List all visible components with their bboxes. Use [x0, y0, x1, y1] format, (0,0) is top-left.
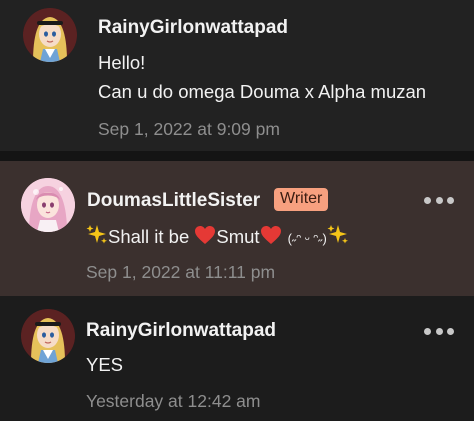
comment-text-part: Shall it be: [108, 226, 195, 247]
comment-item-highlighted: DoumasLittleSister Writer Shall it be Sm…: [0, 161, 474, 296]
dot-icon: [424, 196, 431, 204]
dot-icon: [447, 196, 454, 204]
avatar[interactable]: [21, 309, 75, 363]
comment-author[interactable]: RainyGirlonwattapad: [86, 320, 276, 342]
writer-badge: Writer: [274, 188, 329, 211]
blonde-girl-avatar-icon: [23, 8, 77, 62]
comment-text: Can u do omega Douma x Alpha muzan: [98, 81, 427, 102]
more-options-button[interactable]: [424, 193, 454, 207]
dot-icon: [447, 327, 454, 335]
blonde-girl-avatar-icon: [21, 309, 75, 363]
pink-anime-girl-avatar-icon: [21, 178, 75, 232]
comment-item: RainyGirlonwattapad Hello! Can u do omeg…: [0, 0, 474, 151]
sparkles-icon: [327, 225, 348, 244]
kaomoji: (˶ᵔ ᵕ ᵔ˶): [287, 231, 327, 246]
sparkles-icon: [86, 225, 107, 244]
dot-icon: [424, 327, 431, 335]
heart-icon: [195, 226, 216, 244]
avatar[interactable]: [21, 178, 75, 232]
dot-icon: [435, 196, 443, 204]
comment-thread: RainyGirlonwattapad Hello! Can u do omeg…: [0, 0, 474, 421]
comment-text-part: Smut: [216, 226, 260, 247]
more-options-button[interactable]: [424, 324, 454, 338]
comment-author[interactable]: RainyGirlonwattapad: [98, 17, 288, 39]
avatar[interactable]: [23, 8, 77, 62]
comment-text: Hello!: [98, 52, 146, 73]
comment-timestamp: Sep 1, 2022 at 11:11 pm: [86, 262, 276, 282]
dot-icon: [435, 327, 443, 335]
heart-icon: [260, 226, 281, 244]
comment-timestamp: Sep 1, 2022 at 9:09 pm: [98, 119, 280, 139]
comment-timestamp: Yesterday at 12:42 am: [86, 391, 261, 411]
comment-item: RainyGirlonwattapad YES Yesterday at 12:…: [0, 296, 474, 421]
divider: [0, 151, 474, 161]
comment-text: YES: [86, 354, 124, 375]
comment-text: Shall it be Smut (˶ᵔ ᵕ ᵔ˶): [86, 223, 349, 248]
comment-author[interactable]: DoumasLittleSister: [87, 190, 260, 212]
